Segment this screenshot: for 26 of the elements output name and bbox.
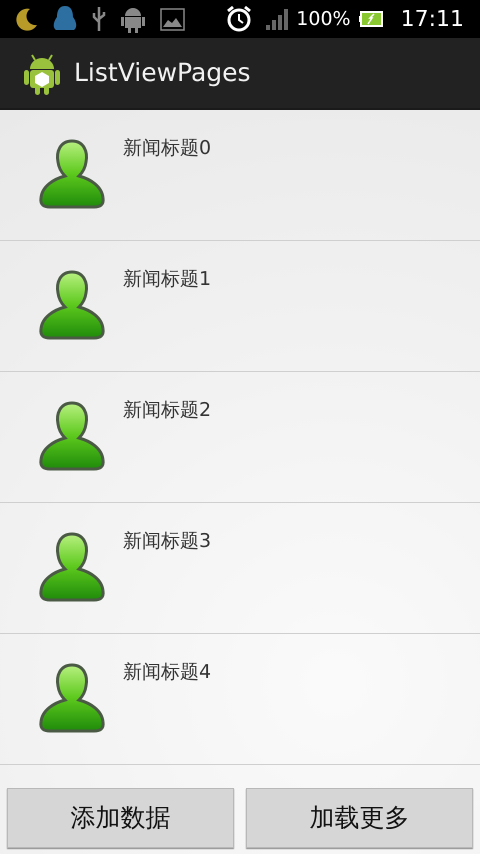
moon-icon [16, 7, 38, 31]
news-list-item[interactable]: 新闻标题0 [0, 110, 480, 241]
news-list-item[interactable]: 新闻标题1 [0, 241, 480, 372]
news-title: 新闻标题2 [123, 398, 212, 423]
alarm-clock-icon [226, 5, 252, 33]
app-title: ListViewPages [74, 57, 251, 90]
news-list-item[interactable]: 新闻标题2 [0, 372, 480, 503]
person-icon [38, 662, 106, 734]
action-button[interactable]: 加载更多 [246, 788, 473, 848]
signal-icon [266, 8, 290, 30]
news-title: 新闻标题0 [123, 136, 212, 161]
battery-percent: 100% [296, 6, 351, 32]
person-icon [38, 400, 106, 472]
news-title: 新闻标题1 [123, 267, 212, 292]
person-icon [38, 531, 106, 603]
battery-charging-icon [358, 11, 383, 27]
news-title: 新闻标题4 [123, 660, 212, 685]
action-button[interactable]: 添加数据 [7, 788, 234, 848]
news-list-item[interactable]: 新闻标题4 [0, 634, 480, 765]
news-title: 新闻标题3 [123, 529, 212, 554]
person-icon [38, 138, 106, 210]
image-icon [160, 8, 185, 30]
clock-time: 17:11 [400, 6, 464, 34]
person-icon [38, 269, 106, 341]
news-list-item[interactable]: 新闻标题3 [0, 503, 480, 634]
android-icon [120, 5, 146, 33]
